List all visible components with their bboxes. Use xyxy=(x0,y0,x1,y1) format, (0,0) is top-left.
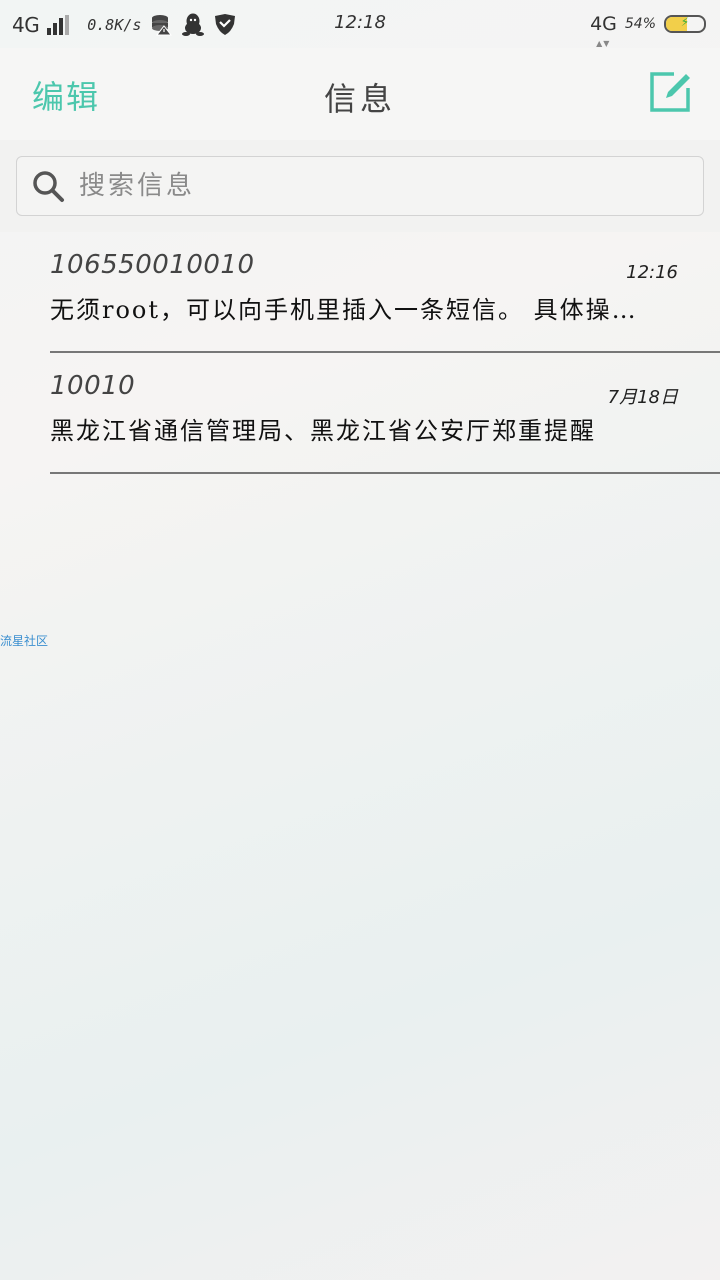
message-sender: 106550010010 xyxy=(50,250,255,280)
watermark-text: 流星社区 xyxy=(0,634,49,648)
message-sender: 10010 xyxy=(50,371,136,401)
message-time: 7月18日 xyxy=(607,387,678,408)
search-icon xyxy=(33,171,64,202)
message-list: 106550010010 12:16 无须root，可以向手机里插入一条短信。 … xyxy=(0,232,720,474)
message-preview: 无须root，可以向手机里插入一条短信。 具体操作步骤 xyxy=(50,296,640,324)
message-preview: 黑龙江省通信管理局、黑龙江省公安厅郑重提醒 xyxy=(50,417,596,445)
network-type-right-text: 4G xyxy=(590,13,617,35)
message-thread-item[interactable]: 10010 7月18日 黑龙江省通信管理局、黑龙江省公安厅郑重提醒 xyxy=(50,353,720,474)
status-bar-right: 4G ▲▼ 54% ⚡ xyxy=(590,8,706,48)
battery-icon: ⚡ xyxy=(664,15,706,33)
app-header: 编辑 信息 xyxy=(0,48,720,140)
charging-icon: ⚡ xyxy=(680,15,690,29)
page-title: 信息 xyxy=(323,80,396,118)
message-thread-item[interactable]: 106550010010 12:16 无须root，可以向手机里插入一条短信。 … xyxy=(50,232,720,353)
search-box[interactable] xyxy=(16,156,704,216)
status-bar: 4G 0.8K/s 12:18 4G ▲▼ 54% ⚡ xyxy=(0,0,720,48)
battery-percent: 54% xyxy=(624,16,656,32)
compose-icon xyxy=(650,72,690,112)
search-bar-container xyxy=(0,140,720,232)
message-time: 12:16 xyxy=(626,262,678,283)
search-input[interactable] xyxy=(77,170,641,202)
network-type-label-right: 4G ▲▼ xyxy=(590,13,617,48)
compose-button[interactable] xyxy=(648,70,692,114)
